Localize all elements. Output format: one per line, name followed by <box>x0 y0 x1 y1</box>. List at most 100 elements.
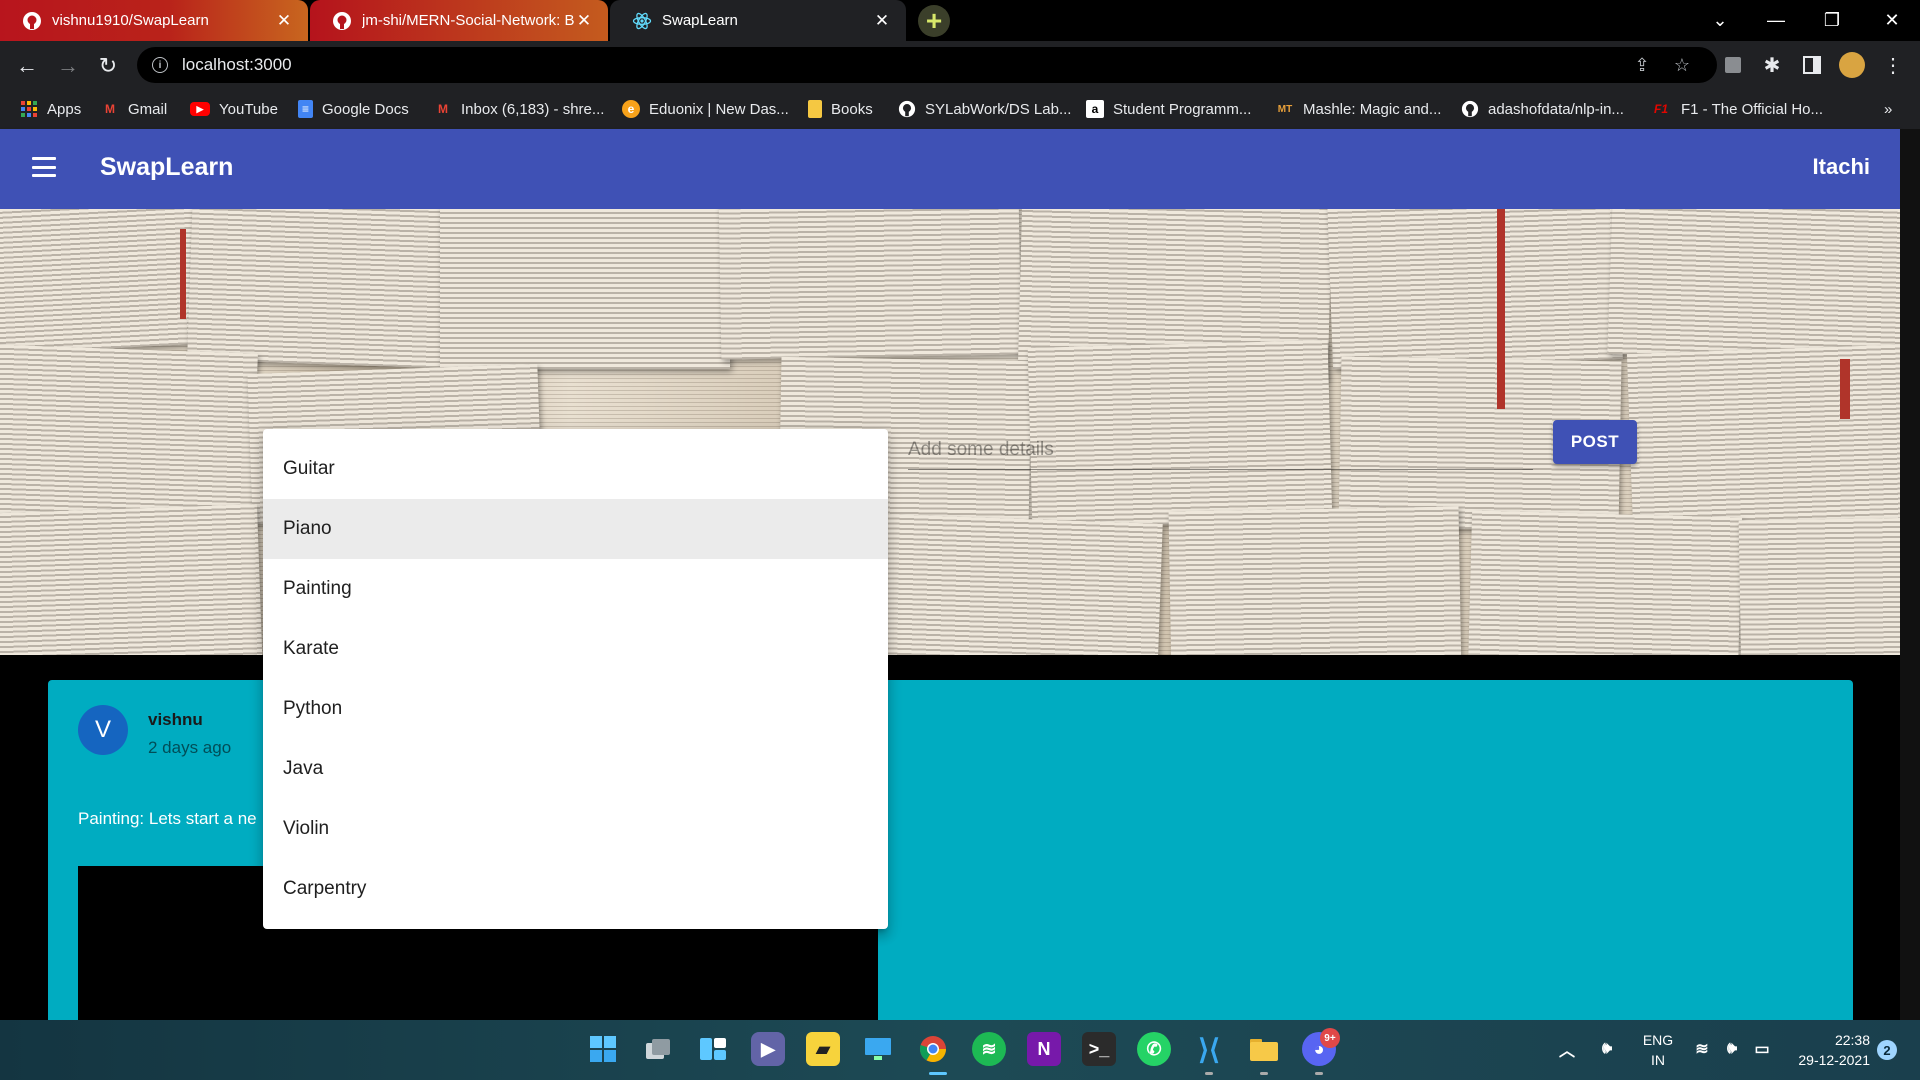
tab-swaplearn-github[interactable]: vishnu1910/SwapLearn ✕ <box>0 0 308 41</box>
clock-date: 29-12-2021 <box>1798 1052 1870 1068</box>
tab-mern-social-network[interactable]: jm-shi/MERN-Social-Network: Bu ✕ <box>310 0 608 41</box>
close-icon[interactable]: ✕ <box>274 11 294 31</box>
battery-icon[interactable]: ▭ <box>1745 1032 1779 1066</box>
wifi-icon[interactable]: ≋ <box>1685 1032 1719 1066</box>
book-page-image <box>1168 506 1462 655</box>
more-menu-icon[interactable]: ⋮ <box>1880 52 1906 78</box>
bookmark-eduonix[interactable]: e Eduonix | New Das... <box>622 98 789 120</box>
tab-title: SwapLearn <box>662 12 738 29</box>
spotify-icon[interactable]: ≋ <box>972 1032 1006 1066</box>
running-app-indicator <box>1260 1072 1268 1075</box>
sticky-notes-icon[interactable]: ▰ <box>806 1032 840 1066</box>
profile-avatar-icon[interactable] <box>1839 52 1865 78</box>
bookmark-star-icon[interactable]: ☆ <box>1672 55 1692 75</box>
github-icon <box>22 11 42 31</box>
details-input[interactable] <box>908 430 1533 470</box>
bookmark-books[interactable]: Books <box>808 98 873 120</box>
onenote-icon[interactable]: N <box>1027 1032 1061 1066</box>
bookmark-student-programme[interactable]: a Student Programm... <box>1086 98 1251 120</box>
terminal-icon[interactable]: >_ <box>1082 1032 1116 1066</box>
skill-select-menu: Guitar Piano Painting Karate Python Java… <box>263 429 888 929</box>
back-arrow-icon[interactable]: ← <box>12 51 42 81</box>
book-page-image <box>1607 209 1900 365</box>
avatar[interactable]: V <box>78 705 128 755</box>
extensions-puzzle-icon[interactable]: ✱ <box>1759 52 1785 78</box>
file-explorer-icon[interactable] <box>1247 1032 1281 1066</box>
tab-title: jm-shi/MERN-Social-Network: Bu <box>362 12 574 29</box>
widgets-icon[interactable] <box>696 1032 730 1066</box>
bookmark-inbox[interactable]: M Inbox (6,183) - shre... <box>434 98 604 120</box>
tab-search-icon[interactable]: ⌄ <box>1700 0 1740 41</box>
f1-icon: F1 <box>1653 102 1668 116</box>
bookmark-adashofdata[interactable]: adashofdata/nlp-in... <box>1461 98 1624 120</box>
book-page-image <box>0 504 263 655</box>
close-icon[interactable]: ✕ <box>872 11 892 31</box>
tray-overflow-chevron-icon[interactable]: ︿ <box>1550 1032 1584 1066</box>
restore-icon[interactable]: ❐ <box>1812 0 1852 41</box>
menu-item-python[interactable]: Python <box>263 679 888 739</box>
address-bar[interactable]: i localhost:3000 ⇪ ☆ <box>137 47 1717 83</box>
bookmark-sylabwork[interactable]: SYLabWork/DS Lab... <box>898 98 1071 120</box>
window-close-icon[interactable]: ✕ <box>1872 0 1912 41</box>
windows-start-icon[interactable] <box>586 1032 620 1066</box>
reload-icon[interactable]: ↻ <box>93 51 123 81</box>
bookmark-f1[interactable]: F1 F1 - The Official Ho... <box>1650 98 1823 120</box>
book-spine <box>1840 359 1850 419</box>
notification-count-badge[interactable]: 2 <box>1877 1040 1897 1060</box>
book-page-image <box>1327 209 1623 370</box>
manga-icon: MT <box>1277 103 1293 115</box>
bookmark-apps[interactable]: Apps <box>20 98 81 120</box>
bookmark-youtube[interactable]: ▶ YouTube <box>190 98 278 120</box>
github-icon <box>332 11 352 31</box>
book-page-image <box>1738 517 1900 655</box>
input-language[interactable]: ENG <box>1640 1032 1676 1048</box>
bookmarks-overflow-button[interactable]: » <box>1884 98 1892 120</box>
new-tab-button[interactable]: + <box>918 5 950 37</box>
menu-item-guitar[interactable]: Guitar <box>263 439 888 499</box>
share-icon[interactable]: ⇪ <box>1632 55 1652 75</box>
menu-item-karate[interactable]: Karate <box>263 619 888 679</box>
post-text: Painting: Lets start a ne <box>78 809 257 828</box>
book-page-image <box>1467 510 1743 655</box>
user-name[interactable]: Itachi <box>1813 154 1870 180</box>
volume-icon[interactable]: 🕪 <box>1715 1032 1749 1066</box>
site-info-icon[interactable]: i <box>152 57 168 73</box>
remote-desktop-icon[interactable] <box>861 1032 895 1066</box>
page-scrollbar[interactable] <box>1900 129 1920 1020</box>
tab-title: vishnu1910/SwapLearn <box>52 12 209 29</box>
menu-item-java[interactable]: Java <box>263 739 888 799</box>
menu-item-piano[interactable]: Piano <box>263 499 888 559</box>
plus-icon: + <box>925 5 943 36</box>
menu-item-carpentry[interactable]: Carpentry <box>263 859 888 919</box>
gmail-icon: M <box>105 102 115 116</box>
teams-chat-icon[interactable]: ▶ <box>751 1032 785 1066</box>
bookmark-mashle[interactable]: MT Mashle: Magic and... <box>1276 98 1442 120</box>
bookmark-gmail[interactable]: M Gmail <box>101 98 167 120</box>
post-button[interactable]: POST <box>1553 420 1637 464</box>
extension-box-icon[interactable] <box>1720 52 1746 78</box>
task-view-icon[interactable] <box>641 1032 675 1066</box>
docs-icon: ≡ <box>298 100 313 118</box>
url-text: localhost:3000 <box>182 55 292 74</box>
whatsapp-icon[interactable]: ✆ <box>1137 1032 1171 1066</box>
eduonix-icon: e <box>622 100 640 118</box>
book-page-image <box>187 209 453 369</box>
chrome-icon[interactable] <box>916 1032 950 1066</box>
menu-item-violin[interactable]: Violin <box>263 799 888 859</box>
vscode-icon[interactable]: ⟩⟨ <box>1192 1032 1226 1066</box>
clock-time[interactable]: 22:38 <box>1790 1032 1870 1048</box>
forward-arrow-icon[interactable]: → <box>53 51 83 81</box>
book-page-image <box>1626 343 1900 535</box>
menu-icon[interactable] <box>32 157 56 177</box>
gmail-icon: M <box>438 102 448 116</box>
book-spine <box>180 229 186 319</box>
tab-swaplearn-app[interactable]: SwapLearn ✕ <box>610 0 906 41</box>
speaker-icon[interactable]: 🕪 <box>1590 1032 1624 1066</box>
side-panel-icon[interactable] <box>1799 52 1825 78</box>
minimize-icon[interactable]: — <box>1756 0 1796 41</box>
close-icon[interactable]: ✕ <box>574 11 594 31</box>
input-region: IN <box>1651 1052 1665 1068</box>
menu-item-painting[interactable]: Painting <box>263 559 888 619</box>
book-page-image <box>877 514 1163 655</box>
bookmark-google-docs[interactable]: ≡ Google Docs <box>298 98 409 120</box>
